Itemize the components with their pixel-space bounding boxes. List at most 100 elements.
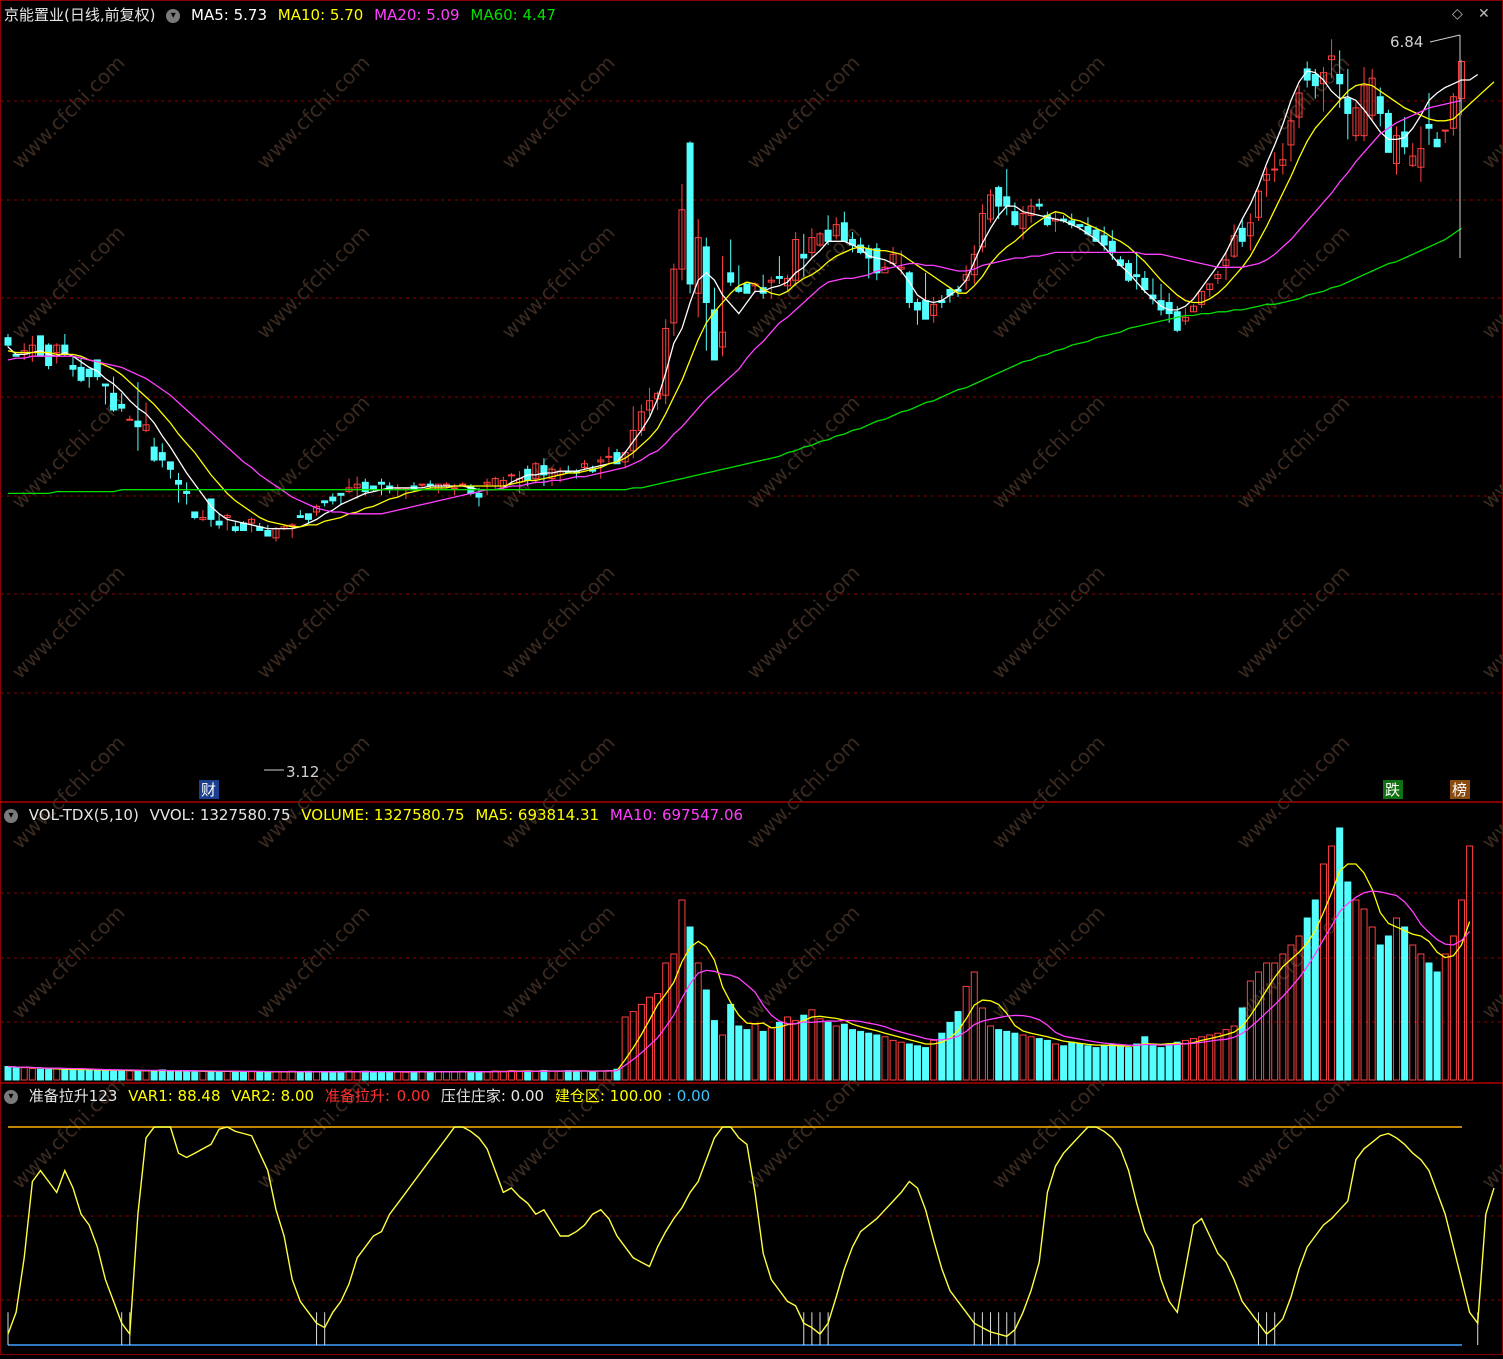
prep-readout: 0.00 <box>396 1087 431 1105</box>
volume-bar <box>1360 908 1368 1081</box>
zone2-readout: : 0.00 <box>666 1087 711 1105</box>
volume-bar <box>4 1066 12 1081</box>
diamond-icon[interactable]: ◇ <box>1452 6 1463 22</box>
candle-body <box>150 446 158 461</box>
volume-bar <box>1116 1045 1124 1081</box>
volume-bar <box>889 1039 897 1081</box>
volume-bar <box>954 1011 962 1081</box>
watermark-text: www.cfchi.com <box>742 731 865 854</box>
watermark-text: www.cfchi.com <box>497 561 620 684</box>
volume-bar <box>183 1070 191 1081</box>
settings-icon[interactable]: ▾ <box>166 8 181 23</box>
volume-bar <box>1043 1039 1051 1081</box>
candle-body <box>743 283 751 294</box>
volume-bar <box>69 1069 77 1081</box>
chart-stage: www.cfchi.com www.cfchi.com www.cfchi.com w… <box>0 0 1503 1359</box>
watermark-text: www.cfchi.com <box>1477 1071 1503 1194</box>
candle-body <box>1100 235 1108 246</box>
ma60-readout: MA60: 4.47 <box>470 6 556 24</box>
candle-body <box>1011 211 1019 226</box>
high-price-arrow <box>1429 34 1461 43</box>
volume-bar <box>637 1003 645 1081</box>
candle-body <box>1141 277 1149 291</box>
volume-bar <box>848 1029 856 1081</box>
volume-bar <box>1441 953 1449 1081</box>
candle-body <box>69 365 77 370</box>
volume-bar <box>61 1068 69 1081</box>
prep-label: 准备拉升: <box>324 1087 390 1105</box>
volume-bar <box>1060 1045 1068 1081</box>
volume-bar <box>581 1070 589 1081</box>
candle-body <box>686 142 694 285</box>
volume-bar <box>1336 827 1344 1081</box>
candle-body <box>231 526 239 531</box>
volume-bar <box>386 1071 394 1081</box>
candle-body <box>1165 301 1173 315</box>
var1-readout: VAR1: 88.48 <box>128 1087 221 1105</box>
indicator-name[interactable]: 准备拉升123 <box>29 1087 118 1105</box>
volume-bar <box>378 1071 386 1081</box>
watermark-text: www.cfchi.com <box>987 731 1110 854</box>
volume-bar <box>239 1071 247 1081</box>
watermark-text: www.cfchi.com <box>497 901 620 1024</box>
volume-bar <box>1035 1038 1043 1081</box>
volume-bar <box>451 1071 459 1081</box>
watermark-text: www.cfchi.com <box>252 901 375 1024</box>
candle-body <box>337 492 345 496</box>
vol-ma5-readout: MA5: 693814.31 <box>475 806 600 824</box>
stock-title[interactable]: 京能置业(日线,前复权) <box>4 6 155 24</box>
watermark-text: www.cfchi.com <box>987 901 1110 1024</box>
volume-bar <box>272 1071 280 1081</box>
watermark-text: www.cfchi.com <box>742 1071 865 1194</box>
volume-bar <box>702 989 710 1081</box>
candle-body <box>922 300 930 320</box>
watermark-text: www.cfchi.com <box>1232 561 1355 684</box>
volume-bar <box>540 1069 548 1081</box>
candle-body <box>451 487 459 490</box>
settings-icon[interactable]: ▾ <box>4 808 18 823</box>
volume-bar <box>913 1045 921 1081</box>
volume-bar <box>946 1021 954 1081</box>
candle-body <box>1336 73 1344 85</box>
candle-body <box>800 253 808 259</box>
volume-bar <box>158 1069 166 1081</box>
volume-bar <box>337 1071 345 1081</box>
candle-body <box>459 483 467 486</box>
watermark-text: www.cfchi.com <box>742 561 865 684</box>
close-icon[interactable]: ✕ <box>1478 6 1490 22</box>
vol-ma10-readout: MA10: 697547.06 <box>609 806 744 824</box>
volume-bar <box>792 1020 800 1081</box>
volume-bar <box>589 1070 597 1081</box>
settings-icon[interactable]: ▾ <box>4 1089 18 1104</box>
candle-body <box>1108 240 1116 253</box>
candle-body <box>1376 96 1384 114</box>
candle-body <box>995 187 1003 207</box>
volume-bar <box>110 1070 118 1081</box>
volume-bar <box>280 1071 288 1081</box>
volume-bar <box>150 1070 158 1081</box>
watermark-text: www.cfchi.com <box>497 391 620 514</box>
ma5-readout: MA5: 5.73 <box>191 6 268 24</box>
volume-bar <box>516 1070 524 1081</box>
candle-body <box>118 403 126 409</box>
main-chart-header: 京能置业(日线,前复权) ▾ MA5: 5.73 MA10: 5.70 MA20… <box>0 4 562 26</box>
volume-bar <box>1384 935 1392 1081</box>
candle-body <box>1425 124 1433 129</box>
badge-cai: 财 <box>201 781 216 799</box>
candle-body <box>1384 112 1392 153</box>
volume-bar <box>256 1071 264 1081</box>
candle-body <box>727 272 735 283</box>
volume-bar <box>808 1009 816 1081</box>
volume-bar <box>175 1070 183 1081</box>
volume-bar <box>719 1034 727 1081</box>
volume-bar <box>166 1070 174 1081</box>
volume-bar <box>1457 899 1465 1081</box>
vvol-readout: VVOL: 1327580.75 <box>149 806 291 824</box>
vol-indicator-name[interactable]: VOL-TDX(5,10) <box>29 806 139 824</box>
watermark-text: www.cfchi.com <box>252 221 375 344</box>
candle-body <box>36 335 44 357</box>
candle-body <box>1238 227 1246 242</box>
watermark-text: www.cfchi.com <box>1232 51 1355 174</box>
watermark-text: www.cfchi.com <box>7 731 130 854</box>
watermark-text: www.cfchi.com <box>1232 731 1355 854</box>
